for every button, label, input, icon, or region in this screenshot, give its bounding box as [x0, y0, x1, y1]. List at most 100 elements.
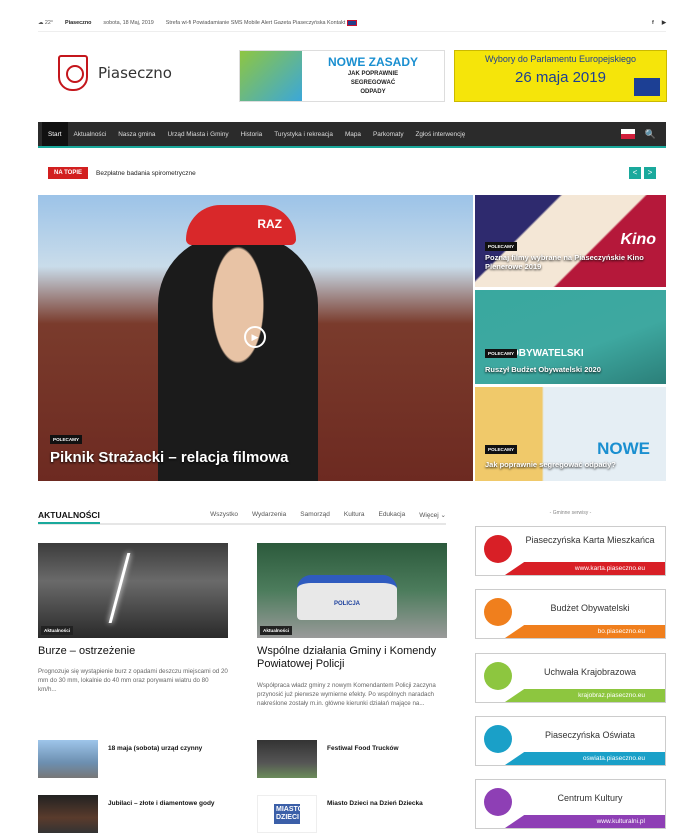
side-art-text: OBYWATELSKI [511, 348, 584, 359]
news-heading: AKTUALNOŚCI [38, 506, 100, 524]
link-mobile-alert[interactable]: Mobile Alert [244, 20, 272, 26]
service-url: bo.piaseczno.eu [505, 625, 665, 638]
side-tag: POLECAMY [485, 349, 518, 358]
nav-zglos[interactable]: Zgłoś interwencję [410, 122, 472, 146]
ticker-next-button[interactable]: > [644, 167, 656, 179]
city-name: Piaseczno [65, 19, 92, 26]
culture-icon [484, 788, 512, 816]
side-tile-3[interactable]: NOWE POLECAMY Jak poprawnie segregować o… [475, 387, 666, 481]
side-title[interactable]: Poznaj filmy wybrane na Piaseczyńskie Ki… [485, 253, 660, 271]
card-icon [484, 535, 512, 563]
side-title[interactable]: Ruszył Budżet Obywatelski 2020 [485, 365, 660, 374]
thumb-image [38, 795, 98, 833]
side-art-text: NOWE [597, 439, 650, 458]
card-tag: Aktualności [260, 626, 293, 635]
tab-more[interactable]: Więcej ⌄ [419, 511, 446, 519]
nav-urzad[interactable]: Urząd Miasta i Gminy [161, 122, 234, 146]
english-flag-icon[interactable] [346, 19, 357, 26]
crest-icon [58, 55, 88, 91]
ticker-link[interactable]: Bezpłatne badania spirometryczne [96, 170, 196, 177]
banner-line: JAK POPRAWNIE [347, 71, 399, 77]
banner-line: SEGREGOWAĆ [350, 80, 396, 86]
list-item[interactable]: MIASTO DZIECI Miasto Dzieci na Dzień Dzi… [257, 795, 447, 833]
service-url: oswiata.piaseczno.eu [505, 752, 665, 765]
side-tile-1[interactable]: Kino POLECAMY Poznaj filmy wybrane na Pi… [475, 195, 666, 287]
hero-slide[interactable]: RAZ ▶ POLECAMY Piknik Strażacki – relacj… [38, 195, 473, 481]
ticker-prev-button[interactable]: < [629, 167, 641, 179]
tab-education[interactable]: Edukacja [378, 511, 405, 519]
tab-culture[interactable]: Kultura [344, 511, 365, 519]
link-kontakt[interactable]: Kontakt [327, 20, 345, 26]
current-date: sobota, 18 Maj, 2019 [103, 19, 154, 26]
nav-parkomaty[interactable]: Parkomaty [367, 122, 410, 146]
news-title[interactable]: Wspólne działania Gminy i Komendy Powiat… [257, 645, 447, 671]
service-name: Budżet Obywatelski [550, 603, 630, 613]
list-item[interactable]: Jubilaci – złote i diamentowe gody [38, 795, 228, 833]
list-item[interactable]: Festiwal Food Trucków [257, 740, 447, 778]
police-label: POLICJA [333, 601, 360, 607]
thumb-image: MIASTO DZIECI [257, 795, 317, 833]
service-url: www.karta.piaseczno.eu [505, 562, 665, 575]
service-kultura[interactable]: Centrum Kultury www.kulturalni.pl [475, 779, 666, 829]
thumb-image [38, 740, 98, 778]
service-name: Centrum Kultury [557, 793, 623, 803]
side-title[interactable]: Jak poprawnie segregować odpady? [485, 460, 660, 469]
nav-mapa[interactable]: Mapa [339, 122, 367, 146]
service-krajobraz[interactable]: Uchwała Krajobrazowa krajobraz.piaseczno… [475, 653, 666, 703]
news-image-storm[interactable]: Aktualności [38, 543, 228, 638]
tab-government[interactable]: Samorząd [300, 511, 330, 519]
side-tag: POLECAMY [485, 445, 518, 454]
banner-elections[interactable]: Wybory do Parlamentu Europejskiego 26 ma… [454, 50, 667, 102]
news-image-police[interactable]: POLICJA Aktualności [257, 543, 447, 638]
boy-photo [158, 235, 318, 481]
site-logo[interactable]: Piaseczno [58, 55, 172, 91]
social-links: f ▶ [652, 20, 666, 26]
top-bar: ☁ 22° Piaseczno sobota, 18 Maj, 2019 Str… [38, 14, 666, 32]
service-name: Piaseczyńska Karta Mieszkańca [525, 535, 655, 545]
service-budzet[interactable]: Budżet Obywatelski bo.piaseczno.eu [475, 589, 666, 639]
polish-flag-icon[interactable] [620, 129, 635, 139]
nav-aktualnosci[interactable]: Aktualności [68, 122, 113, 146]
service-karta[interactable]: Piaseczyńska Karta Mieszkańca www.karta.… [475, 526, 666, 576]
hero-title[interactable]: Piknik Strażacki – relacja filmowa [50, 449, 288, 466]
logo-text: Piaseczno [98, 64, 172, 82]
list-item-title: 18 maja (sobota) urząd czynny [108, 745, 203, 752]
lightning-icon [108, 553, 131, 623]
news-header: AKTUALNOŚCI Wszystko Wydarzenia Samorząd… [38, 507, 446, 525]
card-tag: Aktualności [41, 626, 74, 635]
news-excerpt: Współpraca władz gminy z nowym Komendant… [257, 682, 436, 707]
police-car: POLICJA [297, 575, 397, 620]
list-item[interactable]: 18 maja (sobota) urząd czynny [38, 740, 228, 778]
play-icon[interactable]: ▶ [244, 326, 266, 348]
weather: ☁ 22° [38, 19, 54, 26]
link-sms[interactable]: Powiadamianie SMS [193, 20, 243, 26]
waste-bins-image [240, 51, 302, 101]
nav-nasza-gmina[interactable]: Nasza gmina [112, 122, 161, 146]
youtube-icon[interactable]: ▶ [662, 20, 666, 26]
red-cap: RAZ [186, 205, 296, 245]
list-item-title: Jubilaci – złote i diamentowe gody [108, 800, 215, 807]
link-wifi[interactable]: Strefa wi-fi [166, 20, 191, 26]
facebook-icon[interactable]: f [652, 20, 654, 26]
eu-flag-icon [634, 78, 660, 96]
search-icon[interactable]: 🔍 [645, 129, 656, 140]
link-gazeta[interactable]: Gazeta Piaseczyńska [274, 20, 326, 26]
service-name: Uchwała Krajobrazowa [543, 667, 637, 677]
service-oswiata[interactable]: Piaseczyńska Oświata oswiata.piaseczno.e… [475, 716, 666, 766]
tab-all[interactable]: Wszystko [210, 511, 238, 519]
nav-start[interactable]: Start [42, 122, 68, 146]
nav-historia[interactable]: Historia [235, 122, 269, 146]
banner-waste-rules[interactable]: NOWE ZASADY JAK POPRAWNIE SEGREGOWAĆ ODP… [239, 50, 445, 102]
news-ticker: NA TOPIE Bezpłatne badania spirometryczn… [38, 165, 666, 181]
side-art-text: Kino [620, 231, 656, 248]
tab-events[interactable]: Wydarzenia [252, 511, 286, 519]
side-tile-2[interactable]: OBYWATELSKI POLECAMY Ruszył Budżet Obywa… [475, 290, 666, 384]
banner-title: NOWE ZASADY [328, 55, 418, 69]
cap-text: RAZ [257, 217, 282, 231]
news-title[interactable]: Burze – ostrzeżenie [38, 645, 228, 658]
service-url: krajobraz.piaseczno.eu [505, 689, 665, 702]
thumb-image [257, 740, 317, 778]
elections-title: Wybory do Parlamentu Europejskiego [485, 54, 636, 64]
services-label: - Gminne serwisy - [549, 510, 592, 516]
nav-turystyka[interactable]: Turystyka i rekreacja [268, 122, 339, 146]
